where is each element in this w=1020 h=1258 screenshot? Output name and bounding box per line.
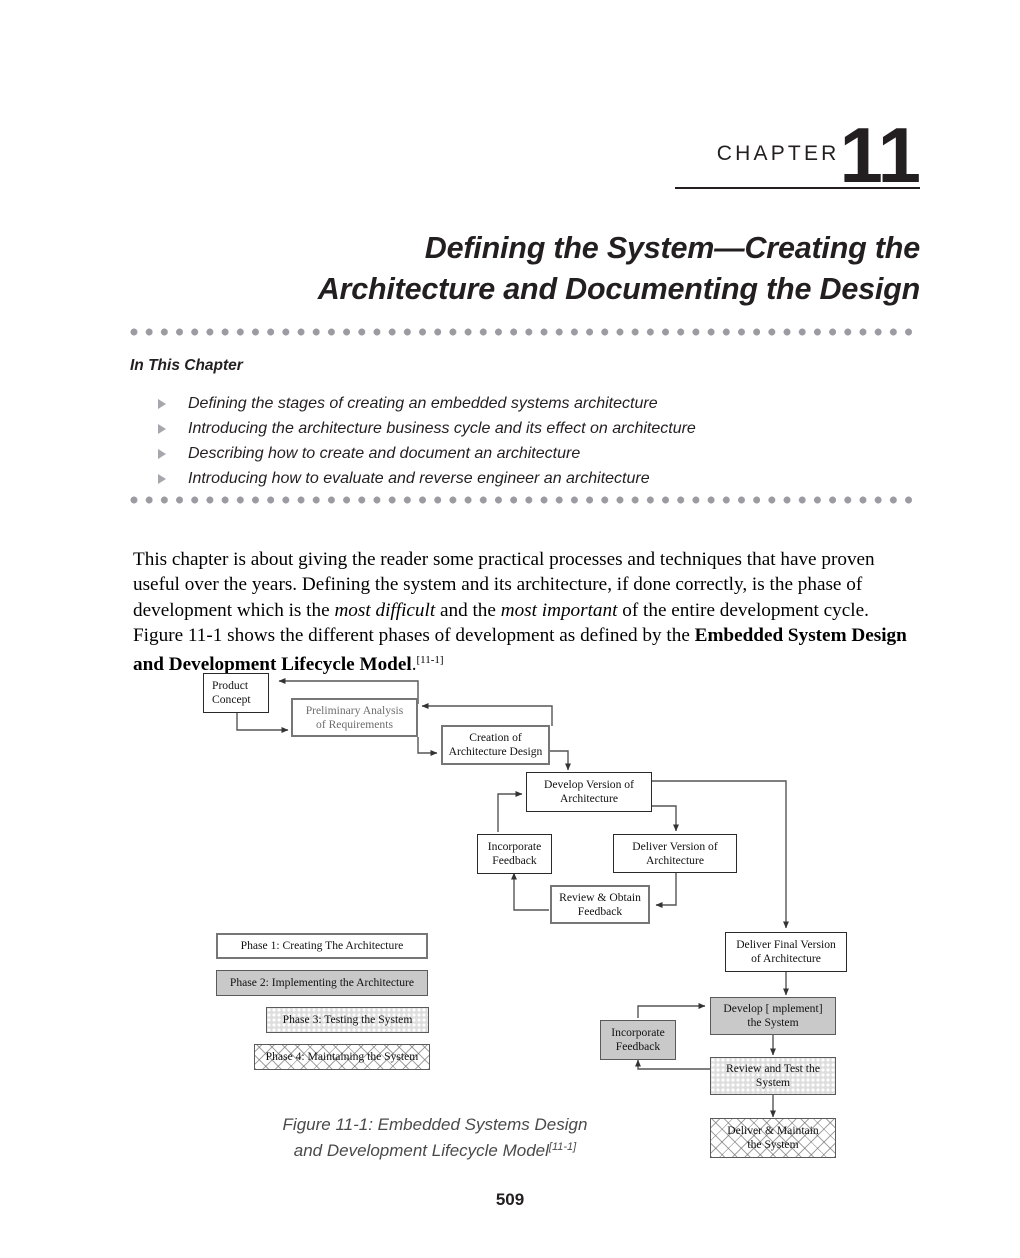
figure-caption-line-1: Figure 11-1: Embedded Systems Design (282, 1115, 588, 1134)
figure-caption-reference: [11-1] (548, 1141, 577, 1153)
page-number: 509 (495, 1190, 525, 1209)
figure-connectors (236, 678, 789, 1118)
figure-caption: Figure 11-1: Embedded Systems Design and… (255, 1113, 615, 1162)
figure-caption-line-2: and Development Lifecycle Model (293, 1141, 549, 1160)
